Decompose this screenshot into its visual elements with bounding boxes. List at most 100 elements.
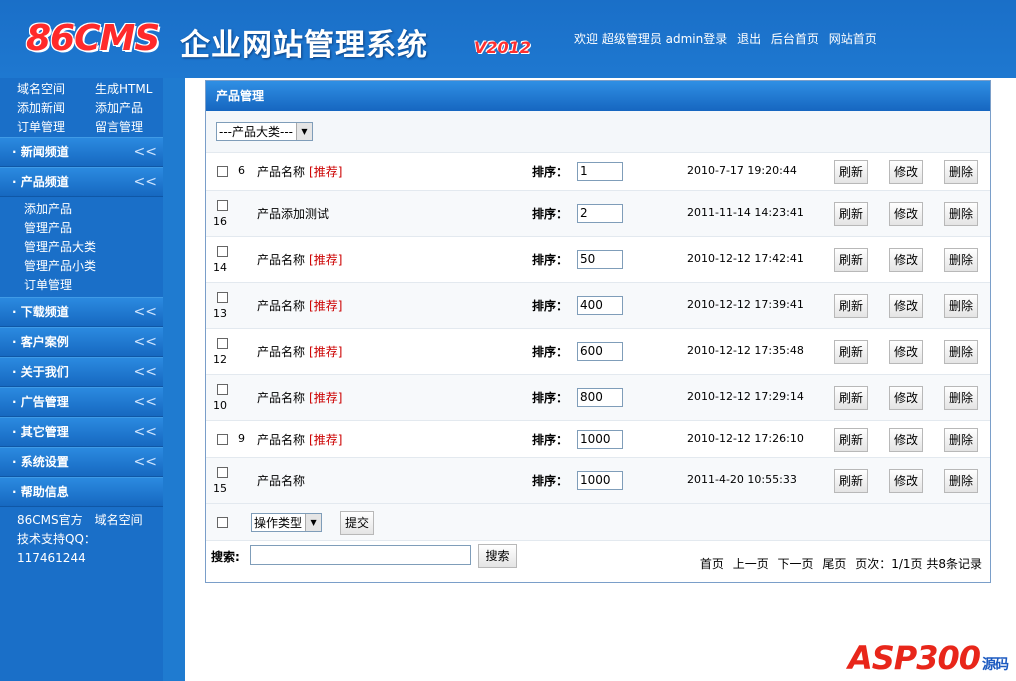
delete-button[interactable]: 删除 — [944, 340, 978, 364]
top-links: 欢迎 超级管理员 admin登录 退出 后台首页 网站首页 — [574, 30, 883, 47]
sort-order-input[interactable]: 1000 — [577, 471, 623, 490]
collapse-icon: << — [133, 454, 157, 470]
sort-order-input[interactable]: 1000 — [577, 430, 623, 449]
sidebar-item-manage-subcategories[interactable]: 管理产品小类 — [24, 257, 163, 276]
sidebar-section-help[interactable]: · 帮助信息 — [0, 477, 163, 507]
submit-button[interactable]: 提交 — [340, 511, 374, 535]
row-checkbox[interactable] — [217, 292, 228, 303]
row-checkbox[interactable] — [217, 434, 228, 445]
edit-button[interactable]: 修改 — [889, 340, 923, 364]
edit-button[interactable]: 修改 — [889, 248, 923, 272]
table-row: 9 产品名称 [推荐] 排序： 1000 2010-12-12 17:26:10 刷新 修改删… — [206, 421, 990, 458]
quick-link-generate-html[interactable]: 生成HTML — [95, 80, 173, 99]
sidebar-section-ads[interactable]: · 广告管理 << — [0, 387, 163, 417]
search-button[interactable]: 搜索 — [478, 544, 517, 568]
prev-page-link[interactable]: 上一页 — [733, 557, 769, 571]
filter-bar: ---产品大类--- ▼ — [206, 111, 990, 153]
refresh-button[interactable]: 刷新 — [834, 294, 868, 318]
quick-link-domain[interactable]: 域名空间 — [17, 80, 95, 99]
quick-link-orders[interactable]: 订单管理 — [17, 118, 95, 137]
delete-button[interactable]: 删除 — [944, 248, 978, 272]
row-checkbox[interactable] — [217, 200, 228, 211]
panel-title: 产品管理 — [206, 81, 990, 111]
edit-button[interactable]: 修改 — [889, 202, 923, 226]
domain-link[interactable]: 域名空间 — [95, 513, 143, 527]
row-id: 16 — [213, 215, 227, 228]
row-checkbox[interactable] — [217, 246, 228, 257]
row-checkbox[interactable] — [217, 467, 228, 478]
sort-order-input[interactable]: 1 — [577, 162, 623, 181]
refresh-button[interactable]: 刷新 — [834, 340, 868, 364]
product-name: 产品名称 [推荐] — [257, 299, 343, 313]
sidebar-item-orders[interactable]: 订单管理 — [24, 276, 163, 295]
sidebar-section-products[interactable]: · 产品频道 << — [0, 167, 163, 197]
row-checkbox[interactable] — [217, 338, 228, 349]
sort-order-input[interactable]: 50 — [577, 250, 623, 269]
sort-order-input[interactable]: 800 — [577, 388, 623, 407]
select-all-checkbox[interactable] — [217, 517, 228, 528]
edit-button[interactable]: 修改 — [889, 294, 923, 318]
collapse-icon: << — [133, 144, 157, 160]
table-row: 14 产品名称 [推荐] 排序： 50 2010-12-12 17:42:41 刷新 修改 删除 — [206, 237, 990, 283]
quick-link-add-news[interactable]: 添加新闻 — [17, 99, 95, 118]
refresh-button[interactable]: 刷新 — [834, 469, 868, 493]
quick-link-add-product[interactable]: 添加产品 — [95, 99, 173, 118]
sort-order-input[interactable]: 600 — [577, 342, 623, 361]
collapse-icon: << — [133, 364, 157, 380]
refresh-button[interactable]: 刷新 — [834, 160, 868, 184]
edit-button[interactable]: 修改 — [889, 160, 923, 184]
search-row: 搜索: 搜索 首页 上一页 下一页 尾页 页次：1/1页 共8条记录 — [206, 541, 990, 581]
sidebar-section-settings[interactable]: · 系统设置 << — [0, 447, 163, 477]
sort-label: 排序： — [532, 253, 569, 267]
sidebar-section-cases[interactable]: · 客户案例 << — [0, 327, 163, 357]
search-input[interactable] — [250, 545, 471, 565]
row-checkbox[interactable] — [217, 166, 228, 177]
recommend-tag: [推荐] — [309, 253, 343, 267]
collapse-icon: << — [133, 394, 157, 410]
sidebar-section-about[interactable]: · 关于我们 << — [0, 357, 163, 387]
row-checkbox[interactable] — [217, 384, 228, 395]
row-id: 15 — [213, 482, 227, 495]
sidebar-item-manage-categories[interactable]: 管理产品大类 — [24, 238, 163, 257]
main-content: 产品管理 ---产品大类--- ▼ 6 产品名称 [推荐] 排序： 1 2010-7-17… — [185, 78, 1016, 681]
sidebar: 域名空间 生成HTML 添加新闻 添加产品 订单管理 留言管理 · 新闻频道 <<… — [0, 78, 163, 681]
delete-button[interactable]: 删除 — [944, 202, 978, 226]
system-title: 企业网站管理系统 — [180, 28, 428, 63]
edit-button[interactable]: 修改 — [889, 428, 923, 452]
sidebar-item-manage-products[interactable]: 管理产品 — [24, 219, 163, 238]
sidebar-section-other[interactable]: · 其它管理 << — [0, 417, 163, 447]
collapse-icon: << — [133, 174, 157, 190]
delete-button[interactable]: 删除 — [944, 386, 978, 410]
logout-link[interactable]: 退出 — [737, 32, 761, 46]
refresh-button[interactable]: 刷新 — [834, 248, 868, 272]
product-list: 6 产品名称 [推荐] 排序： 1 2010-7-17 19:20:44 刷新 修改 删除 16 产… — [206, 153, 990, 504]
sort-order-input[interactable]: 2 — [577, 204, 623, 223]
refresh-button[interactable]: 刷新 — [834, 428, 868, 452]
product-name: 产品名称 [推荐] — [257, 165, 343, 179]
delete-button[interactable]: 删除 — [944, 294, 978, 318]
refresh-button[interactable]: 刷新 — [834, 386, 868, 410]
operation-type-select[interactable]: 操作类型 ▼ — [251, 513, 323, 532]
admin-home-link[interactable]: 后台首页 — [771, 32, 819, 46]
delete-button[interactable]: 删除 — [944, 469, 978, 493]
edit-button[interactable]: 修改 — [889, 469, 923, 493]
sidebar-section-news[interactable]: · 新闻频道 << — [0, 137, 163, 167]
first-page-link[interactable]: 首页 — [700, 557, 724, 571]
row-date: 2010-12-12 17:42:41 — [687, 252, 804, 265]
edit-button[interactable]: 修改 — [889, 386, 923, 410]
last-page-link[interactable]: 尾页 — [822, 557, 846, 571]
next-page-link[interactable]: 下一页 — [778, 557, 814, 571]
row-date: 2010-12-12 17:29:14 — [687, 390, 804, 403]
official-link[interactable]: 86CMS官方 — [17, 513, 83, 527]
delete-button[interactable]: 删除 — [944, 160, 978, 184]
category-select[interactable]: ---产品大类--- ▼ — [216, 122, 313, 141]
sort-label: 排序： — [532, 433, 569, 447]
sidebar-section-downloads[interactable]: · 下载频道 << — [0, 297, 163, 327]
site-home-link[interactable]: 网站首页 — [829, 32, 877, 46]
sort-order-input[interactable]: 400 — [577, 296, 623, 315]
quick-link-messages[interactable]: 留言管理 — [95, 118, 173, 137]
refresh-button[interactable]: 刷新 — [834, 202, 868, 226]
delete-button[interactable]: 删除 — [944, 428, 978, 452]
row-date: 2010-7-17 19:20:44 — [687, 164, 797, 177]
sidebar-item-add-product[interactable]: 添加产品 — [24, 200, 163, 219]
